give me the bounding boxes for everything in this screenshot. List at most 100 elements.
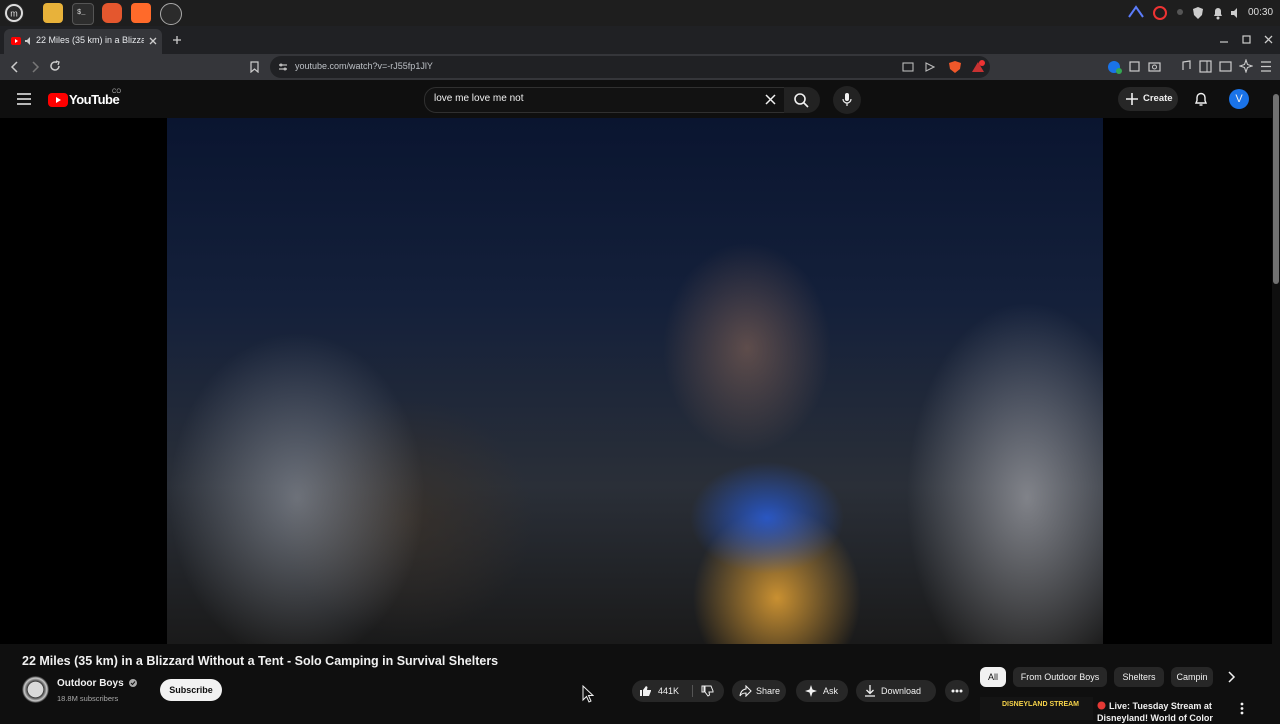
close-window-icon[interactable]	[1264, 35, 1273, 44]
notifications-bell-icon[interactable]	[1194, 92, 1208, 107]
browser-toolbar: youtube.com/watch?v=-rJ55fp1JlY	[0, 54, 1280, 80]
like-dislike-group: 441K	[632, 680, 724, 702]
site-info-icon[interactable]	[278, 62, 288, 72]
reload-icon[interactable]	[49, 60, 61, 72]
opera-icon[interactable]	[1152, 5, 1168, 21]
voice-search-button[interactable]	[833, 86, 861, 114]
search-button[interactable]	[784, 87, 820, 113]
app-icon[interactable]	[160, 3, 182, 25]
browser-tab[interactable]: 22 Miles (35 km) in a Blizza	[4, 29, 162, 54]
wallet-icon[interactable]	[1219, 60, 1232, 73]
firefox-icon[interactable]	[102, 3, 122, 23]
os-taskbar: m $_ 00:30	[0, 0, 1280, 26]
chip-all[interactable]: All	[980, 667, 1006, 687]
tab-strip: 22 Miles (35 km) in a Blizza	[0, 26, 1280, 54]
clear-search-icon[interactable]	[765, 94, 776, 105]
thumbs-up-icon	[640, 686, 651, 696]
subscriber-count: 18.8M subscribers	[57, 694, 119, 703]
youtube-play-icon	[48, 93, 68, 107]
volume-icon[interactable]	[1230, 6, 1242, 20]
microphone-icon	[842, 93, 852, 106]
profile-sync-icon[interactable]	[1107, 59, 1123, 75]
page-scrollbar[interactable]	[1272, 80, 1280, 720]
close-tab-icon[interactable]	[149, 37, 157, 45]
video-title: 22 Miles (35 km) in a Blizzard Without a…	[22, 654, 499, 668]
back-icon[interactable]	[10, 61, 20, 73]
browser-menu-icon[interactable]	[1260, 61, 1272, 72]
like-button[interactable]: 441K	[632, 680, 690, 702]
svg-text:m: m	[10, 9, 18, 19]
shield-icon[interactable]	[1192, 6, 1204, 20]
chips-next-icon[interactable]	[1226, 671, 1236, 683]
account-avatar[interactable]: V	[1229, 89, 1249, 109]
youtube-header: YouTube CO love me love me not Create V	[0, 80, 1280, 118]
share-label: Share	[756, 686, 781, 696]
leo-ai-icon[interactable]	[1239, 59, 1253, 73]
mouse-cursor-icon	[582, 685, 594, 703]
recommendation-menu-icon[interactable]	[1240, 702, 1244, 715]
url-text: youtube.com/watch?v=-rJ55fp1JlY	[295, 61, 433, 71]
svg-text:$_: $_	[77, 9, 86, 17]
brave-shields-icon[interactable]	[948, 60, 962, 74]
clock[interactable]: 00:30	[1248, 7, 1273, 18]
search-icon	[794, 93, 809, 108]
minimize-icon[interactable]	[1220, 36, 1228, 44]
youtube-logo[interactable]: YouTube CO	[48, 89, 148, 108]
download-button[interactable]: Download	[856, 680, 936, 702]
recommendation-thumbnail[interactable]: DISNEYLAND STREAM	[980, 697, 1093, 720]
thumbs-down-icon	[701, 685, 714, 697]
mint-menu-icon[interactable]: m	[4, 3, 24, 23]
search-query: love me love me not	[434, 93, 524, 104]
country-code: CO	[112, 89, 121, 95]
send-icon[interactable]	[925, 62, 935, 72]
dislike-button[interactable]	[694, 680, 724, 702]
vpn-icon[interactable]	[1128, 5, 1144, 19]
subscribe-button[interactable]: Subscribe	[160, 679, 222, 701]
status-dot-icon	[1176, 6, 1184, 20]
chip-from-outdoor-boys[interactable]: From Outdoor Boys	[1013, 667, 1107, 687]
like-count: 441K	[658, 686, 680, 696]
live-dot-icon	[1097, 701, 1106, 710]
files-icon[interactable]	[43, 3, 63, 23]
chip-shelters[interactable]: Shelters	[1114, 667, 1164, 687]
create-label: Create	[1143, 93, 1173, 104]
youtube-favicon-icon	[11, 37, 21, 45]
bookmark-icon[interactable]	[250, 61, 259, 73]
scrollbar-thumb[interactable]	[1273, 94, 1279, 284]
sidebar-icon[interactable]	[1199, 60, 1212, 73]
cast-icon[interactable]	[902, 62, 914, 72]
search-input[interactable]: love me love me not	[424, 87, 786, 113]
brave-icon[interactable]	[131, 3, 151, 23]
ask-label: Ask	[823, 686, 839, 696]
video-player[interactable]	[0, 118, 1272, 644]
forward-icon[interactable]	[30, 61, 40, 73]
audio-playing-icon[interactable]	[24, 36, 34, 46]
notification-bell-icon[interactable]	[1212, 6, 1224, 20]
verified-badge-icon	[129, 679, 138, 687]
extensions-icon[interactable]	[1128, 60, 1141, 73]
hamburger-menu-icon[interactable]	[17, 93, 31, 105]
more-actions-button[interactable]	[945, 680, 969, 702]
share-button[interactable]: Share	[732, 680, 786, 702]
channel-avatar[interactable]	[22, 676, 49, 703]
more-horizontal-icon	[951, 689, 963, 693]
channel-name[interactable]: Outdoor Boys	[57, 678, 138, 689]
tab-title: 22 Miles (35 km) in a Blizza	[36, 35, 144, 45]
sparkle-icon	[805, 685, 817, 697]
terminal-icon[interactable]: $_	[72, 3, 94, 25]
rewards-icon[interactable]	[970, 59, 986, 75]
ask-button[interactable]: Ask	[796, 680, 848, 702]
thumbnail-label: DISNEYLAND STREAM	[1002, 701, 1080, 708]
maximize-icon[interactable]	[1242, 35, 1251, 44]
address-bar[interactable]: youtube.com/watch?v=-rJ55fp1JlY	[270, 56, 990, 78]
channel-name-text: Outdoor Boys	[57, 678, 124, 689]
screenshot-icon[interactable]	[1148, 60, 1161, 73]
video-frame[interactable]	[167, 118, 1103, 644]
plus-icon	[1126, 93, 1138, 105]
recommendation-title[interactable]: Live: Tuesday Stream at Disneyland! Worl…	[1097, 700, 1227, 724]
new-tab-icon[interactable]	[172, 35, 182, 45]
chip-camping[interactable]: Campin	[1171, 667, 1213, 687]
media-icon[interactable]	[1180, 60, 1192, 73]
like-divider	[692, 685, 693, 697]
create-button[interactable]: Create	[1118, 87, 1178, 111]
